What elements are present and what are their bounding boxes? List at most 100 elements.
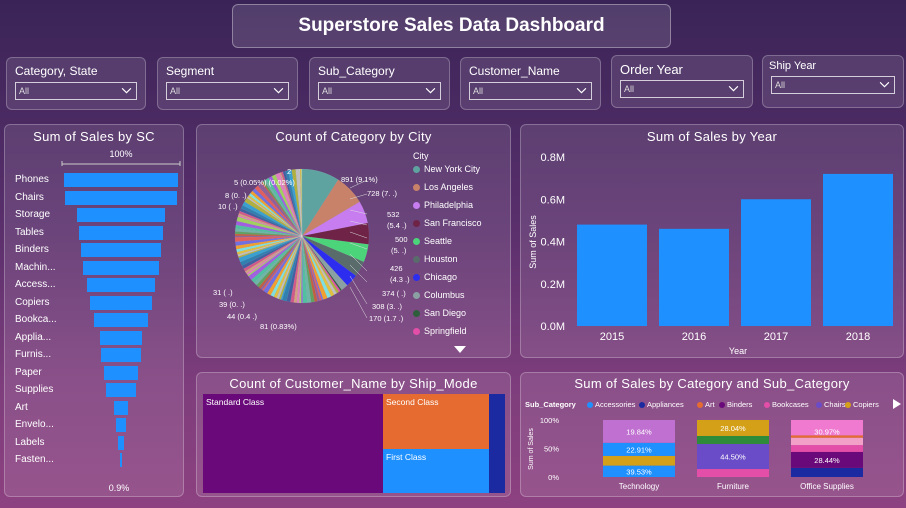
- stacked-segment[interactable]: [603, 455, 675, 466]
- slicer-dropdown[interactable]: All: [620, 80, 744, 98]
- pie-data-label: (4.3 .): [390, 275, 410, 284]
- funnel-label: Phones: [15, 174, 49, 185]
- stacked-chart[interactable]: 100% 50% 0% Sum of Sales 39.53% 22.91% 19.84% T…: [521, 373, 905, 498]
- funnel-label: Paper: [15, 366, 42, 378]
- legend-label: Columbus: [424, 290, 465, 300]
- slicer-dropdown[interactable]: All: [771, 76, 895, 94]
- slicer-dropdown[interactable]: All: [469, 82, 592, 100]
- slicer-segment[interactable]: Segment All: [157, 57, 298, 110]
- slicer-value: All: [473, 86, 484, 96]
- bar[interactable]: [741, 199, 811, 326]
- slicer-ship-year[interactable]: Ship Year All: [762, 55, 904, 108]
- stacked-panel[interactable]: Sum of Sales by Category and Sub_Categor…: [520, 372, 904, 497]
- slicer-customer-name[interactable]: Customer_Name All: [460, 57, 601, 110]
- pie-data-label: 170 (1.7 .): [369, 314, 404, 323]
- funnel-panel[interactable]: Sum of Sales by SC 100% Phones Chairs Stor…: [4, 124, 184, 497]
- y-tick-label: 100%: [540, 416, 560, 425]
- slicer-order-year[interactable]: Order Year All: [611, 55, 753, 108]
- slicer-label: Sub_Category: [318, 64, 395, 78]
- funnel-bar[interactable]: [106, 383, 136, 397]
- treemap-cell-same-day[interactable]: [489, 394, 505, 493]
- treemap-cell-standard-class[interactable]: Standard Class: [203, 394, 383, 493]
- data-label: 22.91%: [626, 445, 652, 454]
- funnel-bar[interactable]: [103, 365, 139, 380]
- slicer-sub-category[interactable]: Sub_Category All: [309, 57, 450, 110]
- pie-data-label: 500: [395, 235, 408, 244]
- funnel-label: Copiers: [15, 296, 50, 308]
- funnel-label: Bookca...: [15, 314, 57, 325]
- y-axis-label: Sum of Sales: [528, 215, 538, 269]
- funnel-top-bracket: [61, 161, 181, 166]
- funnel-bar[interactable]: [80, 243, 162, 257]
- stacked-segment[interactable]: [697, 435, 769, 444]
- legend-item[interactable]: San Francisco: [413, 218, 482, 228]
- stacked-segment[interactable]: [791, 467, 863, 477]
- legend-item[interactable]: Chicago: [413, 272, 457, 282]
- funnel-bar[interactable]: [94, 313, 148, 327]
- slicer-label: Order Year: [620, 62, 683, 77]
- stacked-segment[interactable]: [697, 469, 769, 477]
- funnel-bar[interactable]: [115, 418, 127, 432]
- funnel-label: Furnis...: [15, 349, 52, 360]
- legend-label: Los Angeles: [424, 182, 474, 192]
- funnel-bar[interactable]: [90, 295, 152, 310]
- y-tick-label: 0.8M: [541, 152, 565, 164]
- funnel-label: Envelo...: [15, 419, 54, 430]
- bar-chart[interactable]: 0.0M 0.2M 0.4M 0.6M 0.8M 2015 2016 2017 2018 Year…: [521, 125, 905, 359]
- scroll-down-icon[interactable]: [454, 346, 466, 354]
- funnel-bar[interactable]: [117, 435, 125, 450]
- funnel-bar[interactable]: [113, 400, 129, 415]
- legend-item[interactable]: Columbus: [413, 290, 465, 300]
- slicer-value: All: [624, 84, 635, 94]
- legend-label: Seattle: [424, 236, 453, 246]
- funnel-bar[interactable]: [64, 173, 178, 187]
- legend-label: Chicago: [424, 272, 458, 282]
- legend-marker: [413, 219, 420, 227]
- legend-item[interactable]: Los Angeles: [413, 182, 473, 192]
- treemap-cell-label: First Class: [386, 452, 427, 462]
- funnel-bar[interactable]: [120, 453, 122, 467]
- treemap-panel[interactable]: Count of Customer_Name by Ship_Mode Stan…: [196, 372, 511, 497]
- legend-item[interactable]: New York City: [413, 164, 480, 174]
- funnel-bar[interactable]: [86, 278, 156, 292]
- legend-label: San Francisco: [424, 218, 482, 228]
- bar[interactable]: [823, 173, 893, 326]
- y-tick-label: 0%: [548, 473, 559, 482]
- treemap-cell-first-class[interactable]: First Class: [383, 449, 489, 493]
- funnel-bar[interactable]: [99, 330, 143, 345]
- funnel-label: Fasten...: [15, 454, 54, 465]
- pie-leader-line: [349, 286, 368, 319]
- pie-data-label: 8 (0. .): [225, 191, 247, 200]
- pie-chart[interactable]: [197, 125, 512, 359]
- legend-item[interactable]: Seattle: [413, 236, 452, 246]
- funnel-bar[interactable]: [79, 225, 163, 240]
- pie-panel[interactable]: Count of Category by City 891 (9.1%) 728 …: [196, 124, 511, 358]
- funnel-label: Binders: [15, 244, 49, 255]
- data-label: 28.44%: [814, 456, 840, 465]
- legend-item[interactable]: Philadelphia: [413, 200, 473, 210]
- legend-item[interactable]: Houston: [413, 254, 458, 264]
- slicer-category-state[interactable]: Category, State All: [6, 57, 146, 110]
- data-label: 30.97%: [814, 427, 840, 436]
- x-tick-label: Office Supplies: [800, 482, 854, 491]
- slicer-dropdown[interactable]: All: [15, 82, 137, 100]
- pie-data-label: (5.4 .): [387, 221, 407, 230]
- bar[interactable]: [659, 228, 729, 326]
- pie-data-label: 10 ( .): [218, 202, 238, 211]
- slicer-dropdown[interactable]: All: [166, 82, 289, 100]
- y-tick-label: 0.2M: [541, 279, 565, 291]
- chevron-down-icon: [879, 81, 890, 88]
- slicer-dropdown[interactable]: All: [318, 82, 441, 100]
- treemap-cell-second-class[interactable]: Second Class: [383, 394, 489, 449]
- stacked-segment[interactable]: [791, 437, 863, 446]
- funnel-bar[interactable]: [101, 348, 141, 362]
- stacked-segment[interactable]: [791, 445, 863, 452]
- legend-item[interactable]: Springfield: [413, 326, 467, 336]
- legend-item[interactable]: San Diego: [413, 308, 466, 318]
- funnel-bar[interactable]: [77, 208, 165, 222]
- legend-marker: [413, 165, 420, 173]
- bar-panel[interactable]: Sum of Sales by Year 0.0M 0.2M 0.4M 0.6M 0.8…: [520, 124, 904, 358]
- bar[interactable]: [577, 224, 647, 326]
- funnel-bar[interactable]: [64, 190, 178, 205]
- funnel-bar[interactable]: [82, 260, 160, 275]
